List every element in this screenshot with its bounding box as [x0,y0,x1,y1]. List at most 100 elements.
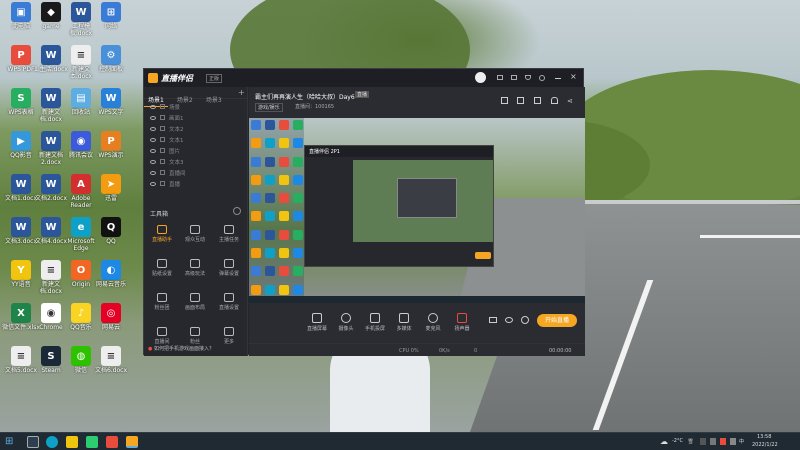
app-icon[interactable] [86,436,98,448]
titlebar: 直播伴侣 正版 × [144,69,583,87]
app-icon-2[interactable] [106,436,118,448]
desktop-icon[interactable]: ⚙ 控制面板 [92,45,130,73]
shield-icon[interactable] [525,75,531,80]
eye-icon[interactable] [150,104,156,109]
scene-label: 直播 [169,181,181,188]
tool-item[interactable]: 粉丝团 [147,293,177,311]
lock-icon[interactable] [160,137,165,142]
record-icon[interactable] [501,97,508,104]
danmaku-icon [224,259,234,268]
message-icon[interactable] [497,75,503,80]
lock-icon[interactable] [517,97,524,104]
edge-icon[interactable] [46,436,58,448]
mini-desktop-icon [279,211,289,222]
tool-item[interactable]: 贴纸设置 [147,259,177,277]
clock-date[interactable]: 2022/1/22 [752,442,778,448]
eye-icon[interactable] [150,137,156,142]
folder-icon[interactable] [66,436,78,448]
input-language[interactable]: 中 [739,438,744,445]
search-icon[interactable] [27,436,39,448]
app-icon: ≡ [41,260,61,280]
microphone-control[interactable]: 麦克风 [420,313,446,332]
mini-desktop-icon [279,174,289,185]
version-badge[interactable]: 正版 [206,74,223,83]
clock-time[interactable]: 13:58 [757,434,771,440]
start-windows-icon[interactable]: ⊞ [5,436,17,448]
stream-title[interactable]: 霸主们再再演人生（哈哈大叔）Day6 [255,92,355,101]
toolbox-collapse-icon[interactable] [233,207,241,215]
gear-icon[interactable] [521,316,529,324]
desktop-icon[interactable]: ⊞ 网络 [92,2,130,30]
help-tip-link[interactable]: ● 如何把手机游戏画面接入？ [148,345,214,352]
category-button[interactable]: 游戏/娱乐 [255,103,283,112]
tool-item[interactable]: 观众互动 [180,225,210,243]
tool-item[interactable]: 弹幕设置 [214,259,244,277]
scene-label: 场景 [169,104,181,111]
share-icon[interactable]: ⋖ [567,97,573,105]
scene-tabs: 场景1 场景2 场景3 + [144,87,247,107]
desktop-icon[interactable]: ◐ 网易云音乐 [92,260,130,288]
screen-capture-control[interactable]: 直播屏幕 [304,313,330,332]
mini-desktop-icon [251,284,261,295]
phone-cast-control[interactable]: 手机投屏 [362,313,388,332]
scene-item[interactable]: 文本1 [144,134,247,145]
tool-item[interactable]: 直播间 [147,327,177,345]
tool-item[interactable]: 高级玩法 [180,259,210,277]
desktop-icon[interactable]: Q QQ [92,217,130,245]
eye-icon[interactable] [505,317,513,323]
minimize-icon[interactable] [555,78,561,79]
close-icon[interactable]: × [570,72,577,81]
tool-item[interactable]: 画面布局 [180,293,210,311]
media-control[interactable]: 多媒体 [391,313,417,332]
desktop-icon[interactable]: ➤ 迅雷 [92,174,130,202]
speaker-control[interactable]: 扬声器 [449,313,475,332]
stream-badge[interactable]: 直播 [355,91,370,98]
eye-icon[interactable] [150,148,156,153]
road-line-2 [700,235,800,238]
desktop-icon[interactable]: W WPS文字 [92,88,130,116]
share-icon[interactable] [511,75,517,80]
lock-icon[interactable] [160,148,165,153]
bell-icon[interactable] [551,97,558,104]
settings-icon[interactable] [539,75,545,81]
tool-item[interactable]: 主播任务 [214,225,244,243]
tool-item[interactable]: 更多 [214,327,244,345]
scene-item[interactable]: 直播 [144,178,247,189]
eye-icon[interactable] [150,181,156,186]
scene-item[interactable]: 直播间 [144,167,247,178]
tool-item[interactable]: 直播设置 [214,293,244,311]
user-avatar[interactable] [475,72,486,83]
mini-desktop-icon [251,248,261,259]
lock-icon[interactable] [160,115,165,120]
scene-item[interactable]: 图片 [144,145,247,156]
lock-icon[interactable] [160,104,165,109]
tool-item[interactable]: 直播助手 [147,225,177,243]
mini-desktop-icon [251,266,261,277]
mini-desktop-icon [279,193,289,204]
lock-icon[interactable] [160,181,165,186]
camera-icon[interactable] [534,97,541,104]
lock-icon[interactable] [160,170,165,175]
desktop-icon[interactable]: ◎ 网易云 [92,303,130,331]
live-app-taskbar-icon[interactable] [126,436,138,448]
scene-item[interactable]: 画面1 [144,112,247,123]
preview-canvas[interactable]: 直播伴侣 2P1 [249,118,585,303]
live-app-window[interactable]: 直播伴侣 正版 × 场景1 场景2 场景3 + 场景 画面1 文本2 文本1 图… [143,68,585,356]
eye-icon[interactable] [150,126,156,131]
lock-icon[interactable] [160,126,165,131]
video-icon[interactable] [489,317,497,323]
add-scene-icon[interactable]: + [238,88,245,97]
desktop-icon[interactable]: P WPS演示 [92,131,130,159]
lock-icon[interactable] [160,159,165,164]
tab-scene-3[interactable]: 场景3 [202,93,226,106]
mini-desktop-icon [265,284,275,295]
camera-control[interactable]: 摄像头 [333,313,359,332]
start-live-button[interactable]: 开始直播 [537,314,577,327]
scene-item[interactable]: 文本3 [144,156,247,167]
eye-icon[interactable] [150,170,156,175]
eye-icon[interactable] [150,159,156,164]
tool-item[interactable]: 粉丝 [180,327,210,345]
desktop-icon[interactable]: ≡ 文档6.docx [92,346,130,374]
eye-icon[interactable] [150,115,156,120]
scene-item[interactable]: 文本2 [144,123,247,134]
